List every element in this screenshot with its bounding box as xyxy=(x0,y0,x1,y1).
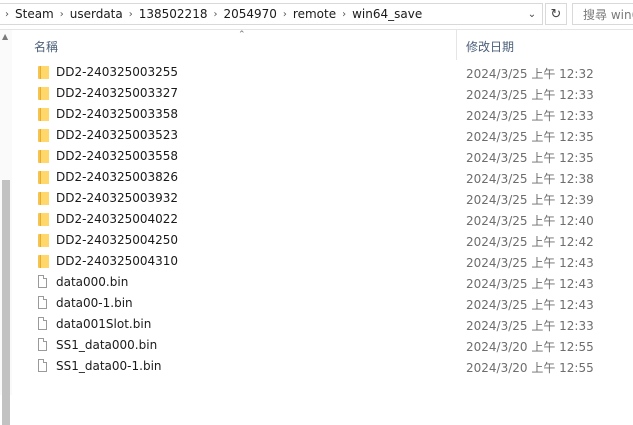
breadcrumb-item[interactable]: win64_save xyxy=(351,7,423,21)
folder-icon xyxy=(36,212,50,226)
item-name: data001Slot.bin xyxy=(56,317,152,331)
column-header-row: ⌃ 名稱 修改日期 xyxy=(24,30,633,60)
folder-icon xyxy=(36,191,50,205)
item-name: SS1_data00-1.bin xyxy=(56,359,162,373)
search-input[interactable]: 搜尋 win64_save xyxy=(572,3,633,25)
folder-row[interactable]: DD2-240325003327 2024/3/25 上午 12:33 xyxy=(24,83,633,104)
scroll-up-arrow-icon[interactable]: ▲ xyxy=(2,32,8,41)
folder-row[interactable]: DD2-240325003558 2024/3/25 上午 12:35 xyxy=(24,146,633,167)
item-date-modified: 2024/3/25 上午 12:43 xyxy=(466,256,594,270)
folder-icon xyxy=(36,149,50,163)
folder-row[interactable]: DD2-240325003358 2024/3/25 上午 12:33 xyxy=(24,104,633,125)
item-date-modified: 2024/3/25 上午 12:39 xyxy=(466,193,594,207)
folder-icon xyxy=(36,86,50,100)
breadcrumb-separator-icon[interactable]: › xyxy=(0,9,14,20)
folder-icon xyxy=(36,65,50,79)
item-date-modified: 2024/3/25 上午 12:35 xyxy=(466,151,594,165)
breadcrumb-separator-icon[interactable]: › xyxy=(208,9,222,20)
item-date-modified: 2024/3/25 上午 12:42 xyxy=(466,235,594,249)
item-name: DD2-240325004250 xyxy=(56,233,179,247)
column-header-name[interactable]: 名稱 xyxy=(34,38,58,55)
item-date-modified: 2024/3/25 上午 12:33 xyxy=(466,109,594,123)
file-list: DD2-240325003255 2024/3/25 上午 12:32 DD2-24… xyxy=(24,62,633,377)
item-name: DD2-240325003932 xyxy=(56,191,179,205)
breadcrumb-item[interactable]: 138502218 xyxy=(138,7,209,21)
item-name: DD2-240325003523 xyxy=(56,128,179,142)
folder-row[interactable]: DD2-240325003826 2024/3/25 上午 12:38 xyxy=(24,167,633,188)
folder-row[interactable]: DD2-240325004250 2024/3/25 上午 12:42 xyxy=(24,230,633,251)
item-date-modified: 2024/3/25 上午 12:35 xyxy=(466,130,594,144)
chevron-down-icon[interactable]: ⌄ xyxy=(522,4,542,24)
folder-row[interactable]: DD2-240325004310 2024/3/25 上午 12:43 xyxy=(24,251,633,272)
item-date-modified: 2024/3/25 上午 12:33 xyxy=(466,319,594,333)
refresh-icon: ↻ xyxy=(550,6,562,22)
item-date-modified: 2024/3/25 上午 12:32 xyxy=(466,67,594,81)
item-name: DD2-240325003255 xyxy=(56,65,179,79)
folder-row[interactable]: DD2-240325003255 2024/3/25 上午 12:32 xyxy=(24,62,633,83)
breadcrumb-separator-icon[interactable]: › xyxy=(124,9,138,20)
file-icon xyxy=(38,317,47,330)
folder-row[interactable]: DD2-240325003523 2024/3/25 上午 12:35 xyxy=(24,125,633,146)
column-header-date-modified[interactable]: 修改日期 xyxy=(466,38,514,55)
navigation-pane-scrollbar[interactable]: ▲ xyxy=(0,30,12,425)
item-date-modified: 2024/3/20 上午 12:55 xyxy=(466,361,594,375)
file-row[interactable]: data00-1.bin 2024/3/25 上午 12:43 xyxy=(24,293,633,314)
folder-icon xyxy=(36,107,50,121)
item-name: DD2-240325003327 xyxy=(56,86,179,100)
file-icon xyxy=(38,296,47,309)
item-name: data000.bin xyxy=(56,275,129,289)
breadcrumb-item[interactable]: Steam xyxy=(14,7,55,21)
item-date-modified: 2024/3/25 上午 12:38 xyxy=(466,172,594,186)
breadcrumb-item[interactable]: remote xyxy=(292,7,337,21)
breadcrumb-item[interactable]: 2054970 xyxy=(222,7,277,21)
item-date-modified: 2024/3/25 上午 12:40 xyxy=(466,214,594,228)
folder-row[interactable]: DD2-240325004022 2024/3/25 上午 12:40 xyxy=(24,209,633,230)
item-name: DD2-240325003558 xyxy=(56,149,179,163)
item-name: DD2-240325003358 xyxy=(56,107,179,121)
address-bar[interactable]: › Steam › userdata › 138502218 › 2054970 › remote… xyxy=(0,3,543,25)
item-date-modified: 2024/3/25 上午 12:33 xyxy=(466,88,594,102)
file-row[interactable]: SS1_data00-1.bin 2024/3/20 上午 12:55 xyxy=(24,356,633,377)
folder-icon xyxy=(36,233,50,247)
item-name: data00-1.bin xyxy=(56,296,133,310)
breadcrumb-separator-icon[interactable]: › xyxy=(337,9,351,20)
item-date-modified: 2024/3/25 上午 12:43 xyxy=(466,277,594,291)
address-bar-region: › Steam › userdata › 138502218 › 2054970 › remote… xyxy=(0,0,633,30)
folder-icon xyxy=(36,128,50,142)
item-name: DD2-240325004310 xyxy=(56,254,179,268)
item-name: DD2-240325004022 xyxy=(56,212,179,226)
folder-icon xyxy=(36,170,50,184)
file-row[interactable]: data000.bin 2024/3/25 上午 12:43 xyxy=(24,272,633,293)
sort-ascending-icon: ⌃ xyxy=(238,30,246,40)
item-date-modified: 2024/3/25 上午 12:43 xyxy=(466,298,594,312)
scrollbar-thumb[interactable] xyxy=(2,180,10,425)
search-placeholder: 搜尋 win64_save xyxy=(583,7,633,22)
file-row[interactable]: SS1_data000.bin 2024/3/20 上午 12:55 xyxy=(24,335,633,356)
file-icon xyxy=(38,275,47,288)
refresh-button[interactable]: ↻ xyxy=(545,3,567,25)
breadcrumb-separator-icon[interactable]: › xyxy=(55,9,69,20)
breadcrumb: › Steam › userdata › 138502218 › 2054970 › remote… xyxy=(0,4,423,24)
file-icon xyxy=(38,359,47,372)
breadcrumb-item[interactable]: userdata xyxy=(69,7,124,21)
breadcrumb-separator-icon[interactable]: › xyxy=(278,9,292,20)
file-icon xyxy=(38,338,47,351)
file-row[interactable]: data001Slot.bin 2024/3/25 上午 12:33 xyxy=(24,314,633,335)
item-name: SS1_data000.bin xyxy=(56,338,158,352)
folder-row[interactable]: DD2-240325003932 2024/3/25 上午 12:39 xyxy=(24,188,633,209)
item-date-modified: 2024/3/20 上午 12:55 xyxy=(466,340,594,354)
item-name: DD2-240325003826 xyxy=(56,170,179,184)
folder-icon xyxy=(36,254,50,268)
column-divider[interactable] xyxy=(456,30,457,60)
